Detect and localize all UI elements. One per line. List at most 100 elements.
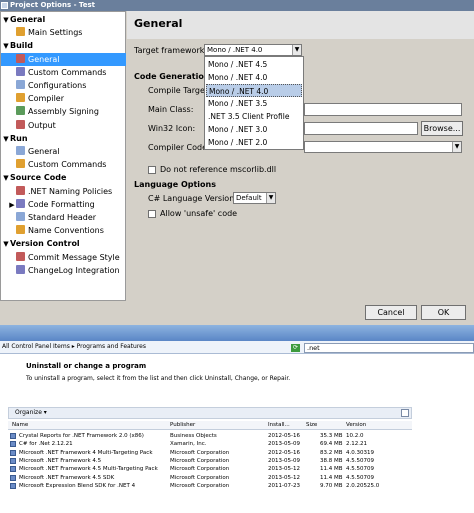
target-framework-value: Mono / .NET 4.0 <box>207 46 263 54</box>
tree-item-label: Run <box>10 133 28 143</box>
organize-button[interactable]: Organize ▾ <box>15 409 47 416</box>
table-cell: 2.12.21 <box>346 441 367 448</box>
collapse-arrow-icon[interactable]: ▼ <box>2 238 10 251</box>
options-tree[interactable]: ▼General Main Settings ▼Build General Custom… <box>0 11 126 301</box>
tree-item-label: Build <box>10 41 34 51</box>
dropdown-option[interactable]: Mono / .NET 4.0 <box>206 84 302 97</box>
chevron-down-icon[interactable]: ▼ <box>292 45 301 55</box>
allow-unsafe-checkbox[interactable] <box>148 210 156 218</box>
table-cell: Microsoft Corporation <box>170 474 230 481</box>
window-title: Project Options - Test <box>10 1 96 9</box>
target-framework-dropdown[interactable]: Mono / .NET 4.5 Mono / .NET 4.0 Mono / .NE… <box>204 56 304 150</box>
ok-button[interactable]: OK <box>421 305 466 320</box>
main-class-field[interactable] <box>304 103 462 116</box>
chevron-down-icon[interactable]: ▼ <box>266 193 275 203</box>
column-header[interactable]: Publisher <box>170 421 195 430</box>
address-bar[interactable]: All Control Panel Items ▸ Programs and F… <box>0 341 474 354</box>
tree-item[interactable]: Custom Commands <box>1 66 126 79</box>
tree-item[interactable]: ▼Run <box>1 132 126 145</box>
tree-item[interactable]: Standard Header <box>1 211 126 224</box>
table-row[interactable]: Microsoft .NET Framework 4.5 Microsoft Co… <box>8 457 412 465</box>
tree-item[interactable]: Custom Commands <box>1 158 126 171</box>
settings-page-icon <box>16 119 25 129</box>
chevron-down-icon[interactable]: ▼ <box>452 142 461 152</box>
tree-item-label: .NET Naming Policies <box>28 186 113 196</box>
table-cell: Microsoft Corporation <box>170 466 230 473</box>
table-cell: 2012-05-16 <box>268 433 300 439</box>
dropdown-option[interactable]: Mono / .NET 3.0 <box>206 123 302 136</box>
window-frame <box>0 325 474 341</box>
column-header[interactable]: Size <box>306 421 317 430</box>
table-row[interactable]: Crystal Reports for .NET Framework 2.0 (… <box>8 432 412 440</box>
table-cell: Microsoft Corporation <box>170 457 230 464</box>
table-row[interactable]: Microsoft .NET Framework 4.5 SDK Microsof… <box>8 474 412 482</box>
collapse-arrow-icon[interactable]: ▼ <box>2 133 10 146</box>
cancel-button[interactable]: Cancel <box>365 305 417 320</box>
win32-icon-field[interactable] <box>304 122 418 135</box>
tree-item-label: Code Formatting <box>28 199 95 209</box>
dropdown-option[interactable]: Mono / .NET 4.5 <box>206 58 302 71</box>
settings-page-icon <box>16 212 25 221</box>
table-cell: Crystal Reports for .NET Framework 2.0 (… <box>19 433 144 439</box>
dropdown-option[interactable]: Mono / .NET 2.0 <box>206 136 302 149</box>
table-cell: 38.8 MB <box>320 457 343 464</box>
no-mscorlib-checkbox[interactable] <box>148 166 156 174</box>
tree-item[interactable]: ▼General <box>1 13 126 26</box>
settings-page-icon <box>16 106 25 116</box>
toolbar: Organize ▾ <box>8 407 412 419</box>
table-cell: C# for .Net 2.12.21 <box>19 441 73 448</box>
dropdown-option[interactable]: Mono / .NET 4.0 <box>206 71 302 84</box>
dropdown-option[interactable]: .NET 3.5 Client Profile <box>206 110 302 123</box>
column-header[interactable]: Name <box>12 421 28 430</box>
table-row[interactable]: Microsoft Expression Blend SDK for .NET … <box>8 482 412 490</box>
page-description: To uninstall a program, select it from t… <box>26 375 291 382</box>
tree-item[interactable]: Name Conventions <box>1 224 126 237</box>
column-header[interactable]: Install... <box>268 421 290 430</box>
breadcrumb[interactable]: All Control Panel Items ▸ Programs and F… <box>2 343 146 350</box>
tree-item-label: Commit Message Style <box>28 252 120 262</box>
tree-item[interactable]: ChangeLog Integration <box>1 264 126 277</box>
table-cell: 4.0.30319 <box>346 449 374 456</box>
tree-item[interactable]: Main Settings <box>1 26 126 39</box>
tree-item[interactable]: ▶ Code Formatting <box>1 198 126 211</box>
tree-item[interactable]: Compiler <box>1 92 126 105</box>
program-icon <box>10 466 16 473</box>
tree-item[interactable]: General <box>1 52 126 66</box>
tree-item-label: ChangeLog Integration <box>28 265 120 275</box>
table-cell: 2.0.20525.0 <box>346 482 380 489</box>
expand-arrow-icon[interactable]: ▶ <box>8 199 16 212</box>
tree-item[interactable]: Output <box>1 119 126 132</box>
table-cell: 2013-05-12 <box>268 474 300 481</box>
win32-icon-label: Win32 Icon: <box>148 124 196 133</box>
csharp-version-select[interactable]: Default ▼ <box>233 192 276 204</box>
language-options-header: Language Options <box>134 180 216 189</box>
tree-item-label: General <box>28 54 60 64</box>
tree-item-label: Main Settings <box>28 28 83 38</box>
view-options-icon[interactable] <box>401 409 409 417</box>
app-icon <box>1 2 8 9</box>
tree-item[interactable]: ▼Build <box>1 39 126 52</box>
tree-item-label: Source Code <box>10 173 67 183</box>
dropdown-option[interactable]: Mono / .NET 3.5 <box>206 97 302 110</box>
collapse-arrow-icon[interactable]: ▼ <box>2 40 10 53</box>
collapse-arrow-icon[interactable]: ▼ <box>2 14 10 27</box>
tree-item[interactable]: Commit Message Style <box>1 251 126 264</box>
tree-item[interactable]: General <box>1 145 126 158</box>
collapse-arrow-icon[interactable]: ▼ <box>2 172 10 185</box>
target-framework-select[interactable]: Mono / .NET 4.0 ▼ <box>204 44 302 56</box>
column-header[interactable]: Version <box>346 421 366 430</box>
compiler-code-select[interactable]: ▼ <box>304 141 462 153</box>
tree-item[interactable]: Configurations <box>1 79 126 92</box>
browse-button[interactable]: Browse... <box>421 121 463 136</box>
table-cell: 2013-05-09 <box>268 441 300 448</box>
tree-item[interactable]: Assembly Signing <box>1 105 126 118</box>
table-row[interactable]: C# for .Net 2.12.21 Xamarin, Inc. 2013-05-… <box>8 440 412 448</box>
tree-item[interactable]: ▼Source Code <box>1 171 126 184</box>
refresh-icon[interactable]: ⟳ <box>291 344 300 352</box>
tree-item[interactable]: .NET Naming Policies <box>1 185 126 198</box>
table-cell: 35.3 MB <box>320 433 343 439</box>
search-input[interactable]: .net <box>304 343 474 353</box>
table-row[interactable]: Microsoft .NET Framework 4.5 Multi-Targe… <box>8 465 412 473</box>
tree-item[interactable]: ▼Version Control <box>1 237 126 250</box>
table-row[interactable]: Microsoft .NET Framework 4 Multi-Targeti… <box>8 449 412 457</box>
